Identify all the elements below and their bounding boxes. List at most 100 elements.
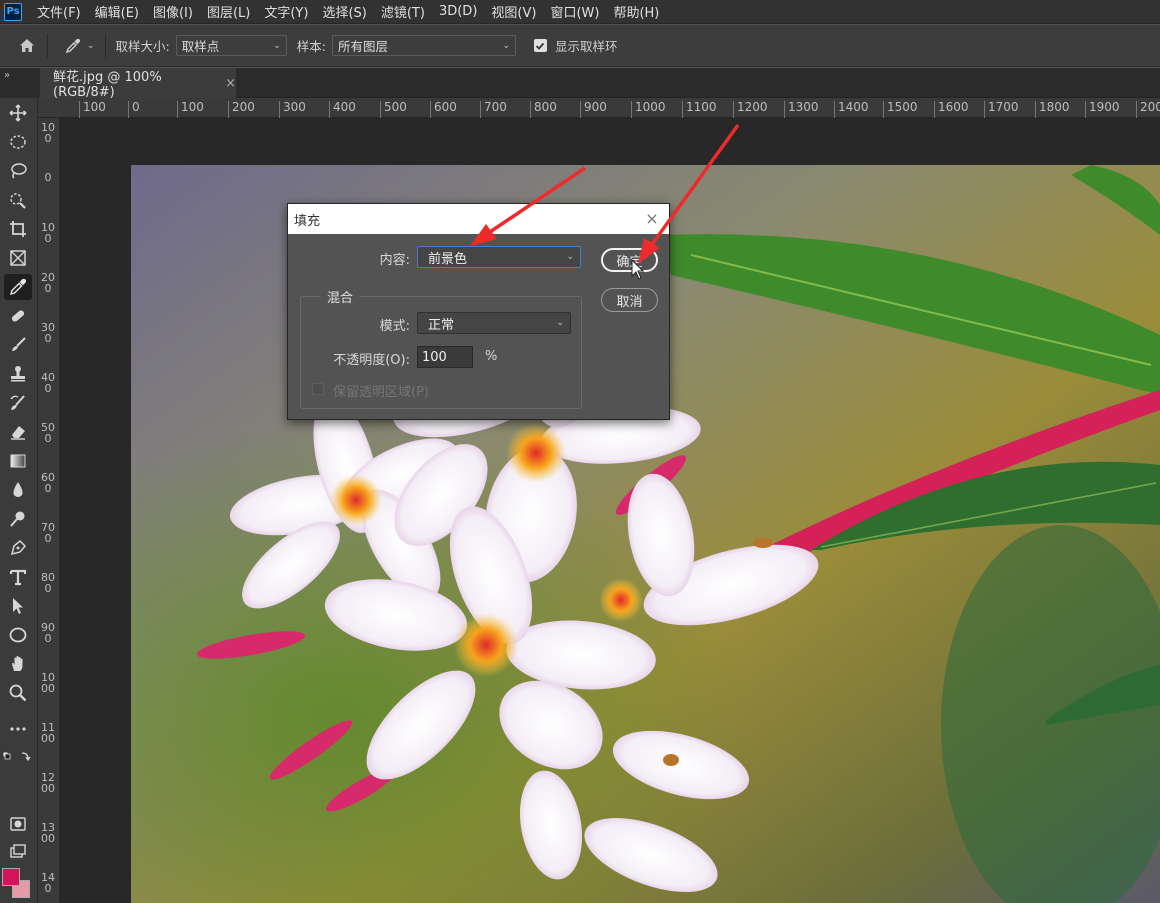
ruler-tick-label: 500: [380, 101, 407, 118]
type-tool-icon[interactable]: [4, 564, 32, 590]
ruler-tick-label: 800: [530, 101, 557, 118]
ok-button[interactable]: 确定: [601, 248, 658, 272]
ruler-tick-label: 600: [41, 471, 55, 495]
menu-select[interactable]: 选择(S): [315, 2, 373, 21]
ruler-tick-label: 1100: [41, 721, 55, 745]
menu-edit[interactable]: 编辑(E): [88, 2, 146, 21]
document-tab-title: 鲜花.jpg @ 100%(RGB/8#): [53, 70, 162, 100]
cancel-button[interactable]: 取消: [601, 288, 658, 312]
ruler-tick-label: 600: [430, 101, 457, 118]
screen-mode-icon[interactable]: [4, 839, 32, 865]
ruler-tick-label: 140: [41, 871, 55, 895]
ellipse-tool-icon[interactable]: [4, 622, 32, 648]
sample-value: 所有图层: [337, 39, 388, 54]
more-tools-icon[interactable]: [4, 716, 32, 742]
menu-filter[interactable]: 滤镜(T): [374, 2, 432, 21]
quick-select-tool-icon[interactable]: [4, 187, 32, 213]
menu-window[interactable]: 窗口(W): [543, 2, 606, 21]
close-icon[interactable]: ×: [643, 209, 661, 228]
ruler-tick-label: 1100: [682, 101, 717, 118]
home-icon[interactable]: [17, 36, 37, 56]
menu-layer[interactable]: 图层(L): [200, 2, 257, 21]
dodge-tool-icon[interactable]: [4, 506, 32, 532]
checkmark-icon: [536, 42, 545, 50]
sample-size-dropdown[interactable]: 取样点 ⌄: [175, 35, 287, 56]
ruler-tick-label: 300: [41, 321, 55, 345]
fill-dialog: 填充 × 内容: 前景色 ⌄ 混合 模式: 正常 ⌄ 不透明度(O): 100 …: [287, 203, 670, 420]
ruler-tick-label: 700: [480, 101, 507, 118]
vertical-ruler[interactable]: 100 0 100 200 300 400 500 600 700 800 900 1000 1100 1…: [38, 118, 60, 903]
ruler-tick-label: 200: [228, 101, 255, 118]
ruler-tick-label: 1500: [883, 101, 918, 118]
preserve-transparency-label: 保留透明区域(P): [333, 385, 429, 400]
foreground-color-swatch[interactable]: [2, 868, 20, 886]
ruler-tick-label: 200: [41, 271, 55, 295]
marquee-tool-icon[interactable]: [4, 129, 32, 155]
healing-brush-tool-icon[interactable]: [4, 303, 32, 329]
ruler-tick-label: 100: [41, 221, 55, 245]
mode-dropdown[interactable]: 正常 ⌄: [417, 312, 571, 334]
content-dropdown[interactable]: 前景色 ⌄: [417, 246, 581, 268]
panel-collapse-toggle[interactable]: »: [0, 68, 40, 98]
menu-type[interactable]: 文字(Y): [257, 2, 315, 21]
menu-file[interactable]: 文件(F): [30, 2, 88, 21]
hand-tool-icon[interactable]: [4, 651, 32, 677]
document-tab[interactable]: 鲜花.jpg @ 100%(RGB/8#) ×: [40, 68, 236, 100]
ruler-tick-label: 1000: [631, 101, 666, 118]
ruler-tick-label: 200: [1136, 101, 1160, 118]
close-tab-icon[interactable]: ×: [225, 76, 236, 91]
zoom-tool-icon[interactable]: [4, 680, 32, 706]
crop-tool-icon[interactable]: [4, 216, 32, 242]
preserve-transparency-checkbox[interactable]: [312, 383, 324, 395]
menu-image[interactable]: 图像(I): [146, 2, 200, 21]
ruler-tick-label: 400: [329, 101, 356, 118]
opacity-label: 不透明度(O):: [333, 353, 410, 368]
chevron-down-icon: ⌄: [87, 40, 95, 51]
brush-tool-icon[interactable]: [4, 332, 32, 358]
show-ring-checkbox[interactable]: [533, 39, 547, 52]
chevron-down-icon: ⌄: [556, 318, 564, 328]
ruler-tick-label: 1700: [984, 101, 1019, 118]
path-select-tool-icon[interactable]: [4, 593, 32, 619]
pen-tool-icon[interactable]: [4, 535, 32, 561]
sample-size-value: 取样点: [181, 39, 220, 54]
sample-label: 样本:: [296, 39, 326, 54]
eraser-tool-icon[interactable]: [4, 419, 32, 445]
mode-value: 正常: [428, 317, 455, 333]
opacity-input[interactable]: 100: [417, 346, 473, 368]
eyedropper-icon: [65, 38, 81, 53]
chevron-down-icon: ⌄: [502, 40, 510, 51]
menu-help[interactable]: 帮助(H): [606, 2, 666, 21]
menu-3d[interactable]: 3D(D): [432, 4, 484, 19]
blur-tool-icon[interactable]: [4, 477, 32, 503]
dialog-title-text: 填充: [294, 213, 321, 229]
lasso-tool-icon[interactable]: [4, 158, 32, 184]
stamp-tool-icon[interactable]: [4, 361, 32, 387]
swap-colors-icon[interactable]: [2, 750, 32, 764]
options-bar: ⌄ 取样大小: 取样点 ⌄ 样本: 所有图层 ⌄ 显示取样环: [0, 25, 1160, 67]
eyedropper-tool-icon[interactable]: [4, 274, 32, 300]
tool-preset-picker[interactable]: ⌄: [64, 37, 95, 55]
ruler-tick-label: 0: [128, 101, 140, 118]
ruler-tick-label: 1400: [834, 101, 869, 118]
options-divider: [47, 33, 48, 58]
menu-view[interactable]: 视图(V): [484, 2, 543, 21]
show-ring-label: 显示取样环: [554, 39, 618, 54]
dialog-title[interactable]: 填充: [288, 204, 669, 234]
gradient-tool-icon[interactable]: [4, 448, 32, 474]
photoshop-logo-icon: Ps: [4, 2, 22, 21]
ruler-tick-label: 1600: [934, 101, 969, 118]
frame-tool-icon[interactable]: [4, 245, 32, 271]
chevron-down-icon: ⌄: [566, 252, 574, 262]
opacity-value: 100: [422, 349, 447, 365]
tools-panel: [0, 98, 38, 903]
sample-dropdown[interactable]: 所有图层 ⌄: [331, 35, 516, 56]
history-brush-tool-icon[interactable]: [4, 390, 32, 416]
quick-mask-icon[interactable]: [4, 811, 32, 837]
horizontal-ruler[interactable]: 100 0 100 200 300 400 500 600 700 800 900 1000 1100 1…: [38, 98, 1160, 118]
ruler-tick-label: 0: [44, 171, 52, 184]
move-tool-icon[interactable]: [4, 100, 32, 126]
mode-label: 模式:: [379, 319, 410, 334]
chevron-down-icon: ⌄: [273, 40, 281, 51]
content-label: 内容:: [379, 253, 410, 268]
